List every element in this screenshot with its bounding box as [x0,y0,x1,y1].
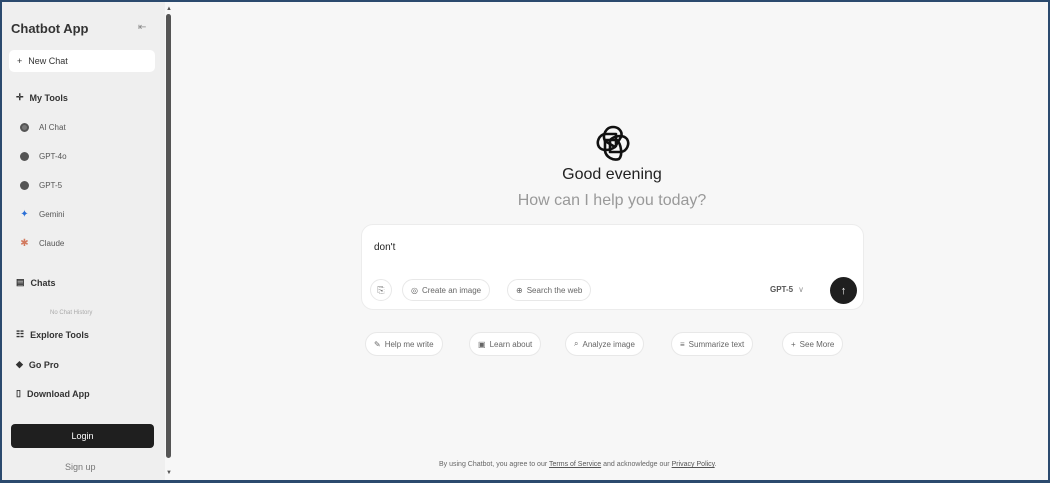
footer-suffix: . [714,461,717,468]
signup-link[interactable]: Sign up [65,462,96,472]
suggestion-summarize-text[interactable]: ≡ Summarize text [671,332,754,356]
chat-bubble-icon: ▤ [16,277,25,287]
sidebar-item-claude[interactable]: ✱ Claude [20,238,64,249]
ai-chat-icon [20,123,29,132]
chat-composer: ⎘ ◎ Create an image ⊕ Search the web GPT… [361,224,864,310]
sidebar-item-label: Gemini [39,210,65,219]
terms-link[interactable]: Terms of Service [549,461,601,468]
lines-icon: ≡ [680,339,685,349]
chevron-down-icon: ∨ [798,285,804,294]
suggestion-see-more[interactable]: + See More [782,332,844,356]
gemini-icon: ✦ [20,209,29,220]
chats-label: Chats [30,277,56,288]
privacy-link[interactable]: Privacy Policy [672,461,715,468]
suggestion-analyze-image[interactable]: ⌕ Analyze image [565,332,644,356]
sidebar-item-label: GPT-4o [39,152,67,161]
explore-tools-link[interactable]: ☷ Explore Tools [16,329,89,340]
footer-prefix: By using Chatbot, you agree to our [439,461,548,468]
go-pro-label: Go Pro [28,359,59,370]
suggestion-label: Learn about [489,339,533,349]
greeting-subtitle: How can I help you today? [517,192,707,209]
globe-icon: ⊕ [516,285,523,295]
greeting-title: Good evening [562,166,662,183]
scroll-down-arrow-icon[interactable]: ▼ [166,470,172,476]
download-app-link[interactable]: ▯ Download App [16,388,90,399]
image-icon: ◎ [411,285,418,295]
plus-icon: + [17,56,23,66]
search-web-button[interactable]: ⊕ Search the web [507,279,592,301]
scroll-up-arrow-icon[interactable]: ▲ [166,6,172,12]
footer-disclaimer: By using Chatbot, you agree to our Terms… [439,461,717,468]
sidebar-scrollbar-thumb[interactable] [166,14,171,458]
new-chat-label: New Chat [28,56,68,66]
app-title: Chatbot App [11,21,89,36]
explore-tools-label: Explore Tools [30,329,89,340]
grid-icon: ☷ [16,329,25,339]
chatbot-logo-icon [596,125,630,161]
book-icon: ▣ [478,339,486,349]
suggestion-help-me-write[interactable]: ✎ Help me write [365,332,443,356]
sidebar-item-gpt-4o[interactable]: GPT-4o [20,152,67,161]
suggestion-label: See More [799,339,835,349]
chat-input[interactable] [374,237,844,257]
model-select[interactable]: GPT-5 ∨ [770,285,804,294]
my-tools-header[interactable]: ✛ My Tools [16,92,68,103]
sidebar-item-label: Claude [39,239,65,248]
model-select-value: GPT-5 [770,285,794,294]
sparkle-icon: ✛ [16,92,24,102]
magnifier-icon: ⌕ [574,339,579,348]
collapse-sidebar-icon[interactable]: ⇤ [138,22,146,33]
suggestion-label: Analyze image [582,339,635,349]
chats-header[interactable]: ▤ Chats [16,277,56,288]
paperclip-icon: ⎘ [377,284,385,295]
suggestion-label: Help me write [384,339,434,349]
app-window: Chatbot App ⇤ + New Chat ✛ My Tools AI C… [2,2,1048,480]
pencil-icon: ✎ [374,339,381,349]
login-button[interactable]: Login [11,424,154,448]
sidebar-item-label: AI Chat [39,123,66,132]
send-button[interactable]: ↑ [830,277,857,304]
search-web-label: Search the web [526,285,583,295]
new-chat-button[interactable]: + New Chat [9,50,155,72]
diamond-icon: ◆ [16,359,23,369]
download-app-label: Download App [26,388,90,399]
phone-icon: ▯ [16,388,21,398]
sidebar: Chatbot App ⇤ + New Chat ✛ My Tools AI C… [2,2,165,480]
attach-button[interactable]: ⎘ [370,279,392,301]
suggestion-label: Summarize text [688,339,745,349]
no-chat-history: No Chat History [50,310,93,316]
gpt-icon [20,152,29,161]
sidebar-item-ai-chat[interactable]: AI Chat [20,123,66,132]
footer-middle: and acknowledge our [603,461,670,468]
go-pro-link[interactable]: ◆ Go Pro [16,359,59,370]
create-image-button[interactable]: ◎ Create an image [402,279,491,301]
create-image-label: Create an image [421,285,482,295]
arrow-up-icon: ↑ [840,284,847,297]
plus-icon: + [791,339,796,349]
sidebar-item-gemini[interactable]: ✦ Gemini [20,209,64,220]
claude-icon: ✱ [20,238,29,249]
suggestion-learn-about[interactable]: ▣ Learn about [469,332,542,356]
my-tools-label: My Tools [29,92,68,103]
